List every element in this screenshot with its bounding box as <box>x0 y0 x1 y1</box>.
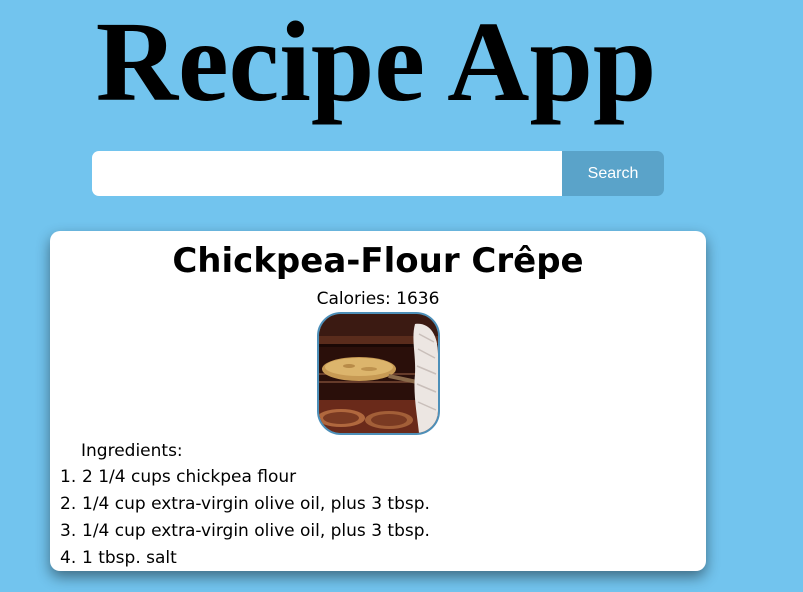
ingredient-text: 1 tbsp. salt <box>82 548 177 568</box>
ingredient-text: 1/4 cup extra-virgin olive oil, plus 3 t… <box>82 494 430 514</box>
search-bar: Search <box>92 151 664 196</box>
ingredient-number: 4. <box>60 548 77 568</box>
search-input[interactable] <box>92 151 562 196</box>
recipe-image <box>317 312 440 435</box>
recipe-title: Chickpea-Flour Crêpe <box>172 241 584 281</box>
ingredient-item: 1. 2 1/4 cups chickpea flour <box>60 464 430 491</box>
ingredient-number: 2. <box>60 494 77 514</box>
ingredient-item: 4. 1 tbsp. salt <box>60 545 430 571</box>
ingredient-text: 1/4 cup extra-virgin olive oil, plus 3 t… <box>82 521 430 541</box>
ingredient-text: 2 1/4 cups chickpea flour <box>82 467 297 487</box>
ingredient-item: 2. 1/4 cup extra-virgin olive oil, plus 3… <box>60 491 430 518</box>
ingredient-number: 1. <box>60 467 77 487</box>
search-button[interactable]: Search <box>562 151 664 196</box>
ingredients-list: 1. 2 1/4 cups chickpea flour 2. 1/4 cup ex… <box>60 464 430 571</box>
recipe-card: Chickpea-Flour Crêpe Calories: 1636 Ingr… <box>50 231 706 571</box>
ingredient-item: 3. 1/4 cup extra-virgin olive oil, plus 3… <box>60 518 430 545</box>
ingredient-number: 3. <box>60 521 77 541</box>
app-title: Recipe App <box>95 0 657 125</box>
crepe-photo-illustration <box>319 314 438 433</box>
ingredients-label: Ingredients: <box>81 441 183 461</box>
recipe-calories: Calories: 1636 <box>316 289 440 309</box>
